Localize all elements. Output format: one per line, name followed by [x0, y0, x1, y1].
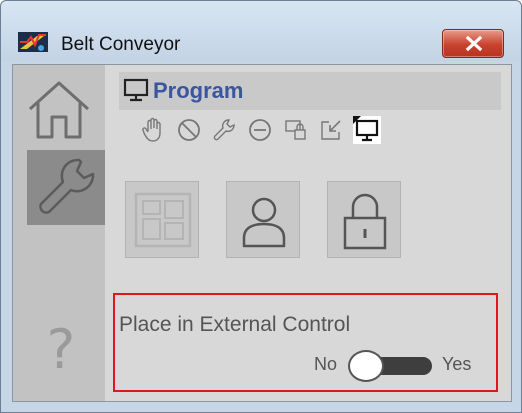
minus-circle-icon[interactable] [246, 116, 274, 144]
program-header: Program [119, 72, 501, 110]
toggle-no-label: No [314, 354, 338, 374]
monitor-icon [123, 78, 149, 102]
faceplate-button[interactable] [125, 181, 199, 258]
window-title: Belt Conveyor [61, 34, 181, 55]
belt-conveyor-app-icon [18, 32, 48, 52]
operator-button[interactable] [226, 181, 300, 258]
title-bar[interactable]: Belt Conveyor [1, 1, 521, 61]
external-control-label: Place in External Control [119, 313, 351, 336]
faceplate-sidebar: ? [13, 65, 105, 401]
padlock-icon [343, 193, 387, 250]
hand-icon[interactable] [139, 116, 167, 144]
close-icon [465, 35, 483, 52]
operator-user-icon [242, 197, 286, 248]
faceplate-icon [134, 192, 192, 248]
locked-program-icon[interactable] [282, 116, 310, 144]
toggle-yes-label: Yes [442, 354, 472, 374]
lock-button[interactable] [327, 181, 401, 258]
sidebar-item-maintenance[interactable] [27, 150, 105, 225]
toggle-knob[interactable] [348, 350, 384, 382]
external-control-highlight [113, 293, 498, 392]
page-title: Program [153, 78, 244, 103]
wrench-icon [39, 158, 95, 214]
close-button[interactable] [442, 29, 504, 58]
belt-conveyor-window: Belt Conveyor ? Program Place in Externa… [0, 0, 522, 413]
maintenance-wrench-icon[interactable] [210, 116, 238, 144]
external-control-toggle[interactable] [348, 348, 432, 384]
program-monitor-icon[interactable] [353, 116, 381, 144]
help-icon[interactable]: ? [41, 313, 81, 387]
prohibit-icon[interactable] [175, 116, 203, 144]
home-icon[interactable] [26, 77, 92, 143]
external-arrow-icon[interactable] [317, 116, 345, 144]
